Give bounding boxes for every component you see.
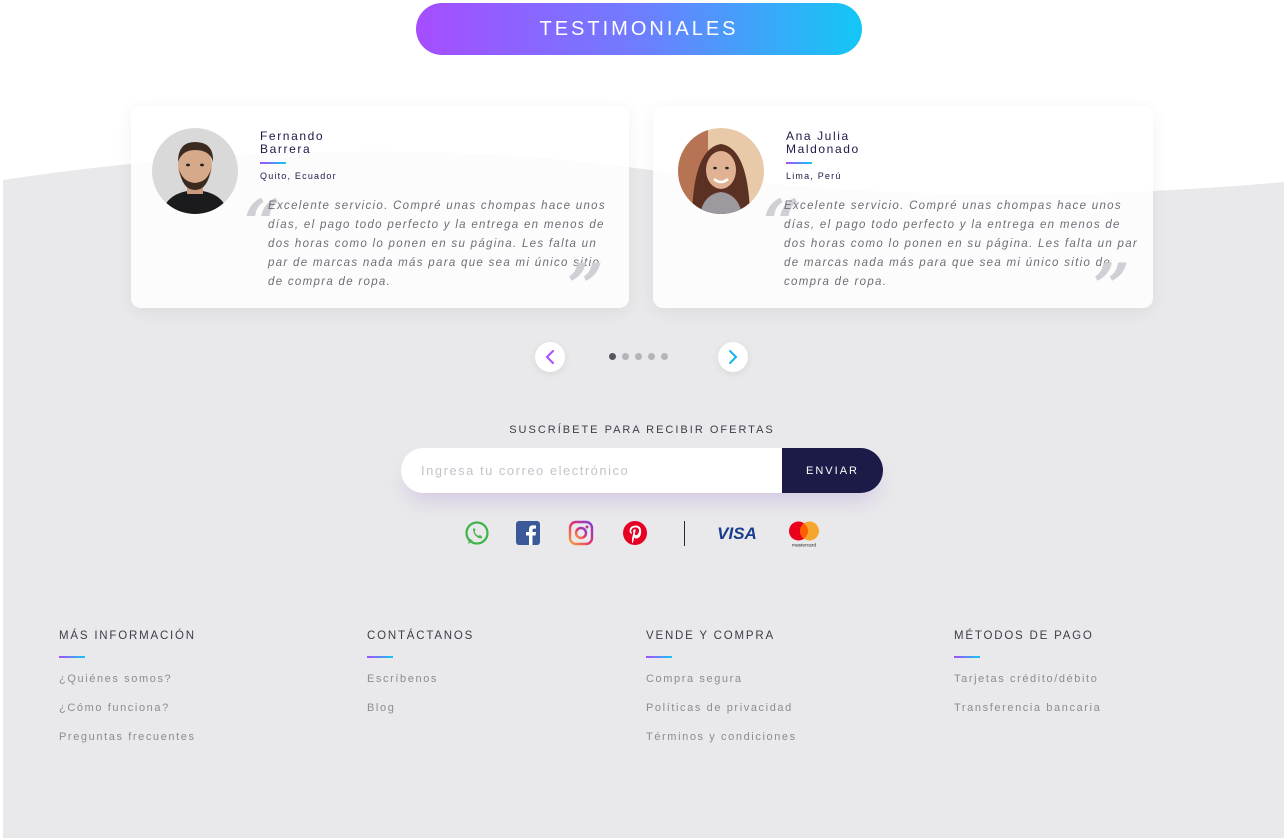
send-button[interactable]: ENVIAR <box>782 448 883 493</box>
testimonial-card: Fernando Barrera Quito, Ecuador “ Excele… <box>131 106 629 320</box>
footer-column-contactanos: CONTÁCTANOS Escríbenos Blog <box>367 630 474 730</box>
avatar <box>152 128 238 214</box>
carousel-dot[interactable] <box>661 353 668 360</box>
testimonial-text: Excelente servicio. Compré unas chompas … <box>268 200 606 288</box>
footer-link[interactable]: Términos y condiciones <box>646 730 797 759</box>
carousel-dot[interactable] <box>635 353 642 360</box>
person-name: Ana Julia Maldonado <box>786 129 860 156</box>
footer-heading: MÁS INFORMACIÓN <box>59 630 196 642</box>
footer-column-vende-y-compra: VENDE Y COMPRA Compra segura Políticas d… <box>646 630 797 759</box>
facebook-icon[interactable] <box>515 520 541 546</box>
page: TESTIMONIALES Fernando Barrera Quito, Ec… <box>0 0 1284 838</box>
mastercard-logo: mastercard <box>789 521 819 549</box>
carousel-prev-button[interactable] <box>535 342 565 372</box>
carousel-next-button[interactable] <box>718 342 748 372</box>
footer-heading: MÉTODOS DE PAGO <box>954 630 1094 642</box>
footer-link[interactable]: Transferencia bancaria <box>954 701 1101 730</box>
footer-link[interactable]: ¿Quiénes somos? <box>59 672 196 701</box>
testimonial-card: Ana Julia Maldonado Lima, Perú “ Excelen… <box>653 106 1153 320</box>
carousel-dot[interactable] <box>622 353 629 360</box>
footer-heading-line <box>646 656 672 658</box>
footer-column-metodos-de-pago: MÉTODOS DE PAGO Tarjetas crédito/débito … <box>954 630 1101 730</box>
footer-heading: CONTÁCTANOS <box>367 630 475 642</box>
person-location: Quito, Ecuador <box>260 171 337 181</box>
chevron-right-icon <box>729 350 738 364</box>
footer-link[interactable]: Blog <box>367 701 474 730</box>
instagram-icon[interactable] <box>568 520 594 546</box>
footer-link[interactable]: ¿Cómo funciona? <box>59 701 196 730</box>
visa-text: VISA <box>717 524 757 543</box>
footer-link[interactable]: Escríbenos <box>367 672 474 701</box>
footer-link[interactable]: Compra segura <box>646 672 797 701</box>
avatar <box>678 128 764 214</box>
carousel-dots <box>609 353 668 360</box>
footer-heading-line <box>59 656 85 658</box>
whatsapp-icon[interactable] <box>464 520 490 546</box>
visa-logo: VISA <box>717 524 757 543</box>
section-title-pill: TESTIMONIALES <box>416 3 862 55</box>
name-accent-line <box>786 162 812 164</box>
carousel-dot[interactable] <box>648 353 655 360</box>
footer-link[interactable]: Políticas de privacidad <box>646 701 797 730</box>
footer-heading-line <box>954 656 980 658</box>
social-payment-divider <box>684 521 685 546</box>
close-quote-icon: ” <box>567 250 604 325</box>
footer-link[interactable]: Tarjetas crédito/débito <box>954 672 1101 701</box>
footer-heading-line <box>367 656 393 658</box>
subscribe-label: SUSCRÍBETE PARA RECIBIR OFERTAS <box>509 424 775 436</box>
footer-column-mas-informacion: MÁS INFORMACIÓN ¿Quiénes somos? ¿Cómo fu… <box>59 630 196 759</box>
person-location: Lima, Perú <box>786 171 842 181</box>
subscribe-form: ENVIAR <box>401 448 883 493</box>
testimonial-text: Excelente servicio. Compré unas chompas … <box>784 200 1139 288</box>
close-quote-icon: ” <box>1093 250 1130 325</box>
name-accent-line <box>260 162 286 164</box>
email-input[interactable] <box>401 448 782 493</box>
carousel-dot[interactable] <box>609 353 616 360</box>
section-title: TESTIMONIALES <box>539 17 739 40</box>
pinterest-icon[interactable] <box>622 520 648 546</box>
footer-heading: VENDE Y COMPRA <box>646 630 775 642</box>
mastercard-text: mastercard <box>792 543 816 549</box>
person-name: Fernando Barrera <box>260 129 325 156</box>
footer-link[interactable]: Preguntas frecuentes <box>59 730 196 759</box>
chevron-left-icon <box>545 350 554 364</box>
